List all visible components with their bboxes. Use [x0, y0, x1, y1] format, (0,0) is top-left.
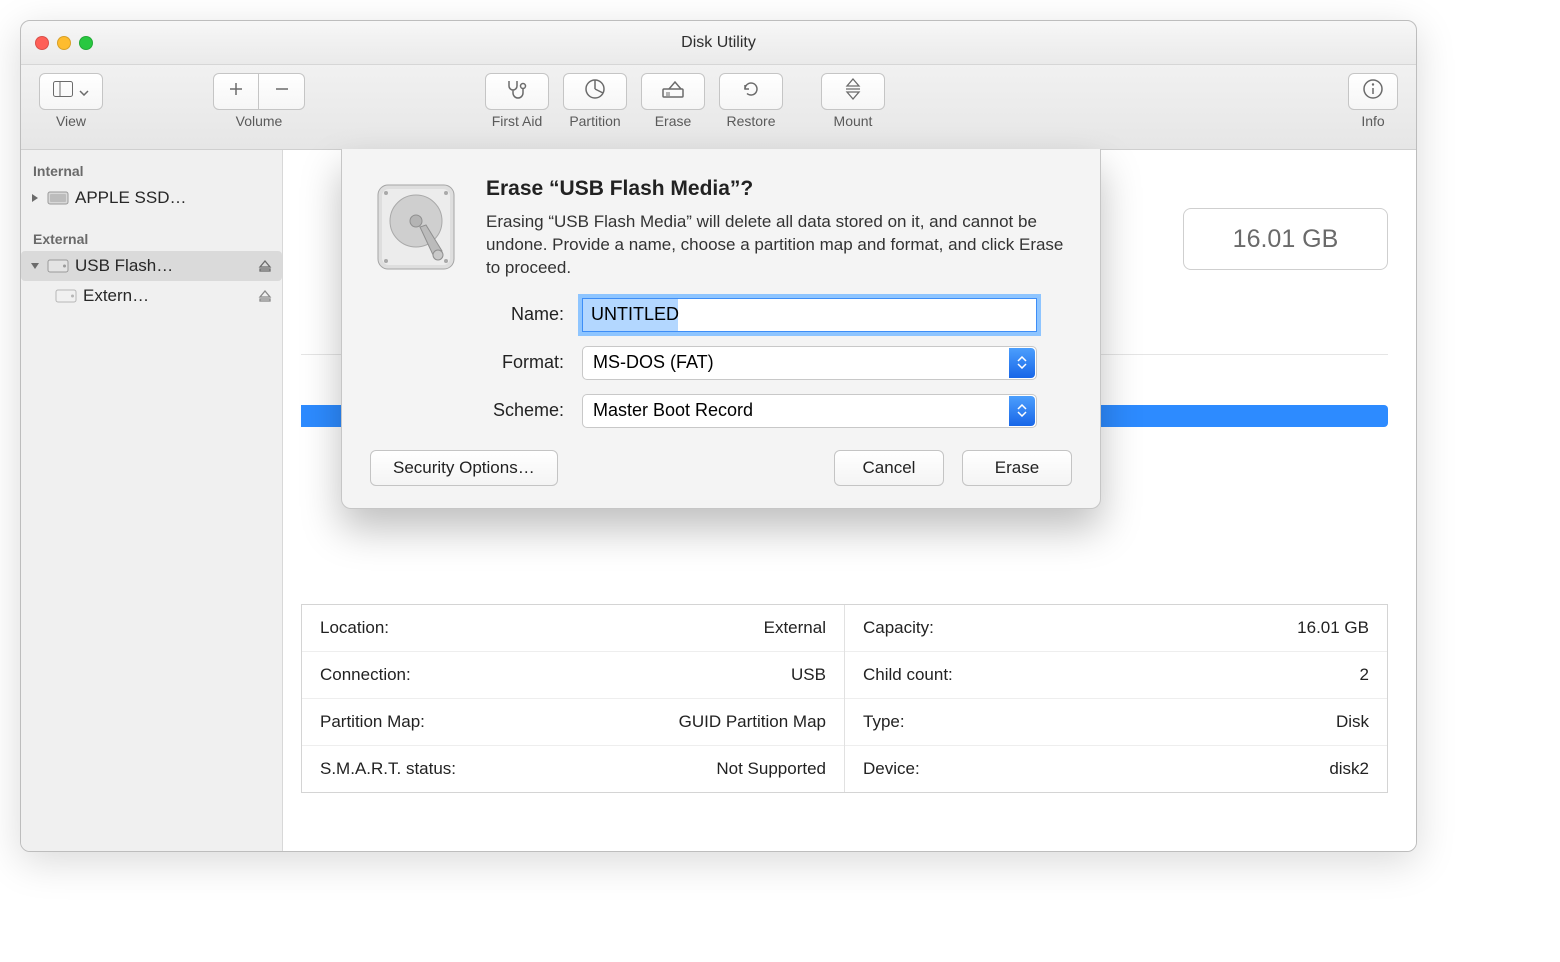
first-aid-label: First Aid	[492, 113, 543, 129]
detail-row-capacity: Capacity:16.01 GB	[845, 605, 1387, 651]
partition-label: Partition	[569, 113, 620, 129]
name-input[interactable]	[582, 298, 1037, 332]
detail-row-type: Type:Disk	[845, 698, 1387, 745]
security-options-button[interactable]: Security Options…	[370, 450, 558, 486]
restore-button[interactable]	[719, 73, 783, 110]
sidebar-header-internal: Internal	[21, 159, 282, 183]
volume-icon	[55, 288, 77, 304]
info-label: Info	[1361, 113, 1384, 129]
erase-confirm-button[interactable]: Erase	[962, 450, 1072, 486]
add-volume-button[interactable]	[213, 73, 259, 110]
sidebar-item-apple-ssd[interactable]: APPLE SSD…	[21, 183, 282, 213]
restore-icon	[740, 78, 762, 105]
external-disk-icon	[47, 258, 69, 274]
detail-row-device: Device:disk2	[845, 745, 1387, 792]
detail-row-partition-map: Partition Map:GUID Partition Map	[302, 698, 844, 745]
detail-row-child-count: Child count:2	[845, 651, 1387, 698]
capacity-badge: 16.01 GB	[1183, 208, 1388, 270]
eject-icon[interactable]	[256, 259, 274, 273]
sidebar-item-label: Extern…	[83, 286, 149, 306]
stethoscope-icon	[505, 79, 529, 104]
minus-icon	[275, 82, 289, 101]
window-title: Disk Utility	[21, 34, 1416, 52]
disclosure-right-icon[interactable]	[29, 192, 41, 204]
sidebar-item-label: USB Flash…	[75, 256, 173, 276]
scheme-label: Scheme:	[422, 400, 582, 421]
view-button[interactable]	[39, 73, 103, 110]
select-stepper-icon	[1009, 396, 1035, 426]
hard-drive-icon	[370, 177, 462, 277]
format-select[interactable]: MS-DOS (FAT)	[582, 346, 1037, 380]
sidebar-item-usb-flash[interactable]: USB Flash…	[21, 251, 282, 281]
cancel-button[interactable]: Cancel	[834, 450, 944, 486]
sidebar-item-label: APPLE SSD…	[75, 188, 187, 208]
sidebar-item-extern-volume[interactable]: Extern…	[21, 281, 282, 311]
scheme-select[interactable]: Master Boot Record	[582, 394, 1037, 428]
detail-row-location: Location:External	[302, 605, 844, 651]
erase-icon	[661, 79, 685, 104]
mount-button[interactable]	[821, 73, 885, 110]
chevron-down-icon	[79, 83, 89, 101]
view-label: View	[56, 113, 86, 129]
title-bar: Disk Utility	[21, 21, 1416, 65]
sidebar-icon	[53, 81, 73, 102]
plus-icon	[229, 82, 243, 101]
restore-label: Restore	[726, 113, 775, 129]
internal-disk-icon	[47, 190, 69, 206]
pie-chart-icon	[584, 78, 606, 105]
volume-label: Volume	[236, 113, 283, 129]
detail-row-connection: Connection:USB	[302, 651, 844, 698]
select-stepper-icon	[1009, 348, 1035, 378]
sheet-description: Erasing “USB Flash Media” will delete al…	[486, 211, 1072, 280]
sheet-title: Erase “USB Flash Media”?	[486, 177, 1072, 201]
first-aid-button[interactable]	[485, 73, 549, 110]
disk-utility-window: Disk Utility View	[20, 20, 1417, 852]
disclosure-down-icon[interactable]	[29, 260, 41, 272]
mount-icon	[843, 78, 863, 105]
toolbar: View Volume First Aid	[21, 65, 1416, 150]
info-icon	[1362, 78, 1384, 105]
sidebar-header-external: External	[21, 227, 282, 251]
info-button[interactable]	[1348, 73, 1398, 110]
erase-button[interactable]	[641, 73, 705, 110]
scheme-value: Master Boot Record	[593, 400, 753, 421]
erase-sheet: Erase “USB Flash Media”? Erasing “USB Fl…	[341, 149, 1101, 509]
details-table: Location:External Connection:USB Partiti…	[301, 604, 1388, 793]
name-label: Name:	[422, 304, 582, 325]
erase-label: Erase	[655, 113, 692, 129]
partition-button[interactable]	[563, 73, 627, 110]
remove-volume-button[interactable]	[259, 73, 305, 110]
mount-label: Mount	[834, 113, 873, 129]
format-label: Format:	[422, 352, 582, 373]
detail-row-smart: S.M.A.R.T. status:Not Supported	[302, 745, 844, 792]
sidebar: Internal APPLE SSD… External USB Flash… …	[21, 150, 283, 851]
format-value: MS-DOS (FAT)	[593, 352, 714, 373]
eject-icon[interactable]	[256, 289, 274, 303]
